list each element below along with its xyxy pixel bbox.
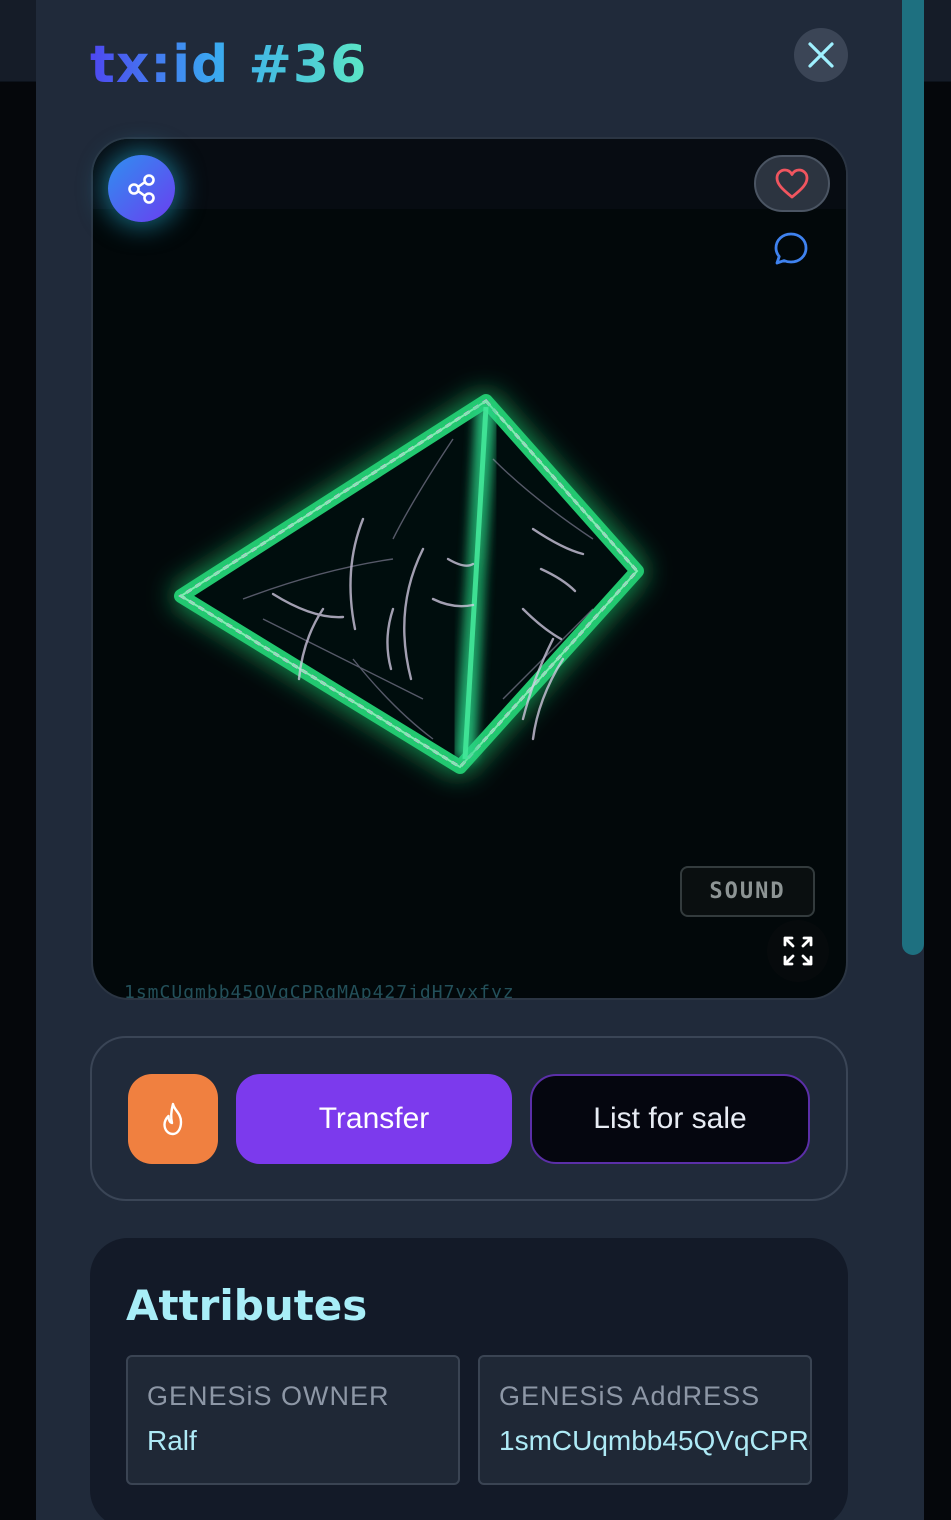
token-title: tx:id #36 — [90, 35, 368, 95]
comment-button[interactable] — [770, 228, 812, 270]
attribute-label: GENESiS AddRESS — [499, 1381, 761, 1411]
share-button[interactable] — [108, 155, 175, 222]
transfer-button[interactable]: Transfer — [236, 1074, 512, 1164]
burn-button[interactable] — [128, 1074, 218, 1164]
attribute-label: GENESiS OWNER — [147, 1381, 390, 1411]
artwork-address-caption: 1smCUqmbb45QVqCPRgMAp427jdH7yxfyz — [124, 982, 515, 1000]
flame-icon — [163, 1102, 183, 1136]
heart-icon — [775, 168, 809, 198]
attributes-title: Attributes — [126, 1281, 368, 1330]
attribute-genesis-owner: GENESiS OWNER Ralf — [126, 1355, 460, 1485]
attribute-value: Ralf — [147, 1425, 197, 1456]
close-icon — [808, 42, 834, 68]
attribute-genesis-address: GENESiS AddRESS 1smCUqmbb45QVqCPRgMAp427 — [478, 1355, 812, 1485]
expand-icon — [783, 936, 813, 966]
attribute-value[interactable]: 1smCUqmbb45QVqCPRgMAp427 — [499, 1425, 810, 1457]
sound-toggle-button[interactable]: SOUND — [680, 866, 815, 917]
like-button[interactable] — [754, 155, 830, 212]
fullscreen-button[interactable] — [767, 920, 829, 982]
modal-scrollbar[interactable] — [902, 0, 924, 955]
close-button[interactable] — [794, 28, 848, 82]
share-icon — [127, 173, 155, 204]
speech-bubble-icon — [774, 232, 808, 265]
list-for-sale-button[interactable]: List for sale — [530, 1074, 810, 1164]
